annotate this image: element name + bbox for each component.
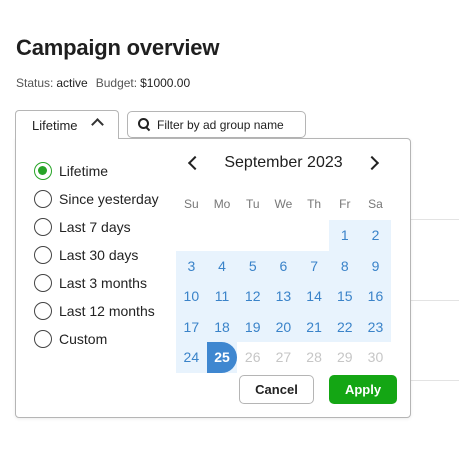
budget-value: $1000.00 — [140, 76, 191, 90]
radio-unchecked-icon[interactable] — [34, 246, 52, 264]
calendar-day[interactable]: 6 — [268, 250, 299, 281]
calendar-day[interactable]: 11 — [206, 281, 238, 312]
calendar-week: 17 18 19 20 21 22 23 — [176, 311, 391, 342]
calendar-day[interactable]: 20 — [268, 311, 299, 342]
calendar-day[interactable]: 5 — [237, 250, 269, 281]
calendar-empty-cell — [268, 220, 299, 251]
weekday-label: Mo — [213, 197, 231, 211]
preset-list: Lifetime Since yesterday Last 7 days Last 3… — [34, 157, 159, 353]
calendar-week: 10 11 12 13 14 15 16 — [176, 281, 391, 312]
calendar-day[interactable]: 15 — [329, 281, 361, 312]
calendar-day-disabled: 30 — [367, 349, 384, 366]
apply-button[interactable]: Apply — [329, 375, 397, 404]
calendar-day-selected[interactable]: 25 — [206, 342, 238, 373]
weekday-label: We — [274, 197, 293, 211]
preset-option-label: Last 7 days — [59, 219, 131, 235]
calendar-empty-cell — [207, 220, 238, 251]
radio-checked-icon[interactable] — [34, 162, 52, 180]
preset-option-label: Custom — [59, 331, 108, 347]
calendar-day[interactable]: 22 — [329, 311, 361, 342]
calendar-day[interactable]: 9 — [360, 250, 391, 281]
radio-unchecked-icon[interactable] — [34, 302, 52, 320]
calendar-grid: 1 2 3 4 5 6 7 8 9 10 11 12 13 14 15 16 17 18 19 20 21 22 23 24 2… — [176, 220, 391, 373]
preset-option-label: Last 3 months — [59, 275, 147, 291]
background-divider — [411, 300, 459, 301]
radio-unchecked-icon[interactable] — [34, 190, 52, 208]
preset-option-label: Last 30 days — [59, 247, 139, 263]
calendar-day[interactable]: 14 — [298, 281, 330, 312]
calendar-day[interactable]: 4 — [206, 250, 238, 281]
calendar-day-disabled: 28 — [306, 349, 322, 366]
background-divider — [411, 219, 459, 220]
chevron-up-icon — [91, 118, 104, 131]
weekday-label: Tu — [245, 197, 260, 211]
calendar-empty-cell — [299, 220, 330, 251]
calendar-empty-cell — [237, 220, 268, 251]
calendar-header: September 2023 — [176, 151, 391, 177]
preset-option[interactable]: Since yesterday — [34, 185, 159, 213]
weekday-label: Fr — [339, 197, 351, 211]
preset-option[interactable]: Lifetime — [34, 157, 159, 185]
calendar-day[interactable]: 24 — [176, 342, 207, 373]
calendar-day[interactable]: 19 — [237, 311, 269, 342]
weekday-label: Su — [184, 197, 199, 211]
weekday-header: Su Mo Tu We Th Fr Sa — [176, 197, 391, 211]
calendar-day[interactable]: 2 — [360, 220, 391, 251]
calendar: September 2023 Su Mo Tu We Th Fr Sa 1234567891… — [176, 151, 391, 373]
calendar-day-disabled: 29 — [336, 349, 353, 366]
date-range-popover: Lifetime Since yesterday Last 7 days Last 3… — [15, 138, 411, 418]
calendar-day[interactable]: 16 — [360, 281, 391, 312]
date-range-label: Lifetime — [32, 117, 78, 133]
calendar-day[interactable]: 21 — [298, 311, 330, 342]
selected-day-wrap: 25 — [206, 342, 238, 373]
cancel-button[interactable]: Cancel — [239, 375, 314, 404]
calendar-month-title: September 2023 — [224, 154, 343, 171]
preset-option-label: Lifetime — [59, 163, 109, 179]
preset-option[interactable]: Last 7 days — [34, 213, 159, 241]
search-icon — [138, 118, 151, 131]
calendar-day-disabled: 26 — [244, 349, 261, 366]
calendar-day[interactable]: 1 — [329, 220, 361, 251]
preset-option[interactable]: Custom — [34, 325, 159, 353]
calendar-day[interactable]: 10 — [176, 281, 207, 312]
calendar-week: 12 — [176, 220, 391, 251]
radio-unchecked-icon[interactable] — [34, 218, 52, 236]
calendar-day[interactable]: 8 — [329, 250, 361, 281]
preset-option[interactable]: Last 3 months — [34, 269, 159, 297]
radio-unchecked-icon[interactable] — [34, 274, 52, 292]
calendar-day[interactable]: 7 — [298, 250, 330, 281]
status-label: Status: — [16, 76, 54, 90]
calendar-day[interactable]: 3 — [176, 250, 207, 281]
preset-option[interactable]: Last 30 days — [34, 241, 159, 269]
calendar-empty-cell — [176, 220, 207, 251]
calendar-week: 24 25 26 27 28 29 30 — [176, 342, 391, 373]
radio-unchecked-icon[interactable] — [34, 330, 52, 348]
filter-placeholder: Filter by ad group name — [157, 117, 284, 132]
calendar-day[interactable]: 12 — [237, 281, 269, 312]
ad-group-filter-input[interactable]: Filter by ad group name — [127, 111, 306, 138]
preset-option-label: Last 12 months — [59, 303, 155, 319]
budget-label: Budget: — [95, 76, 138, 90]
campaign-meta: Status: active Budget: $1000.00 — [16, 76, 190, 90]
calendar-day-disabled: 27 — [275, 349, 292, 366]
preset-option[interactable]: Last 12 months — [34, 297, 159, 325]
calendar-day[interactable]: 17 — [176, 311, 207, 342]
date-range-dropdown[interactable]: Lifetime — [15, 110, 119, 139]
weekday-label: Th — [307, 197, 322, 211]
calendar-day[interactable]: 18 — [206, 311, 238, 342]
page-title: Campaign overview — [16, 35, 220, 60]
status-value: active — [56, 76, 88, 90]
weekday-label: Sa — [368, 197, 383, 211]
calendar-day[interactable]: 23 — [360, 311, 391, 342]
calendar-day[interactable]: 13 — [268, 281, 299, 312]
calendar-week: 3456789 — [176, 250, 391, 281]
background-divider — [411, 380, 459, 381]
preset-option-label: Since yesterday — [59, 191, 159, 207]
